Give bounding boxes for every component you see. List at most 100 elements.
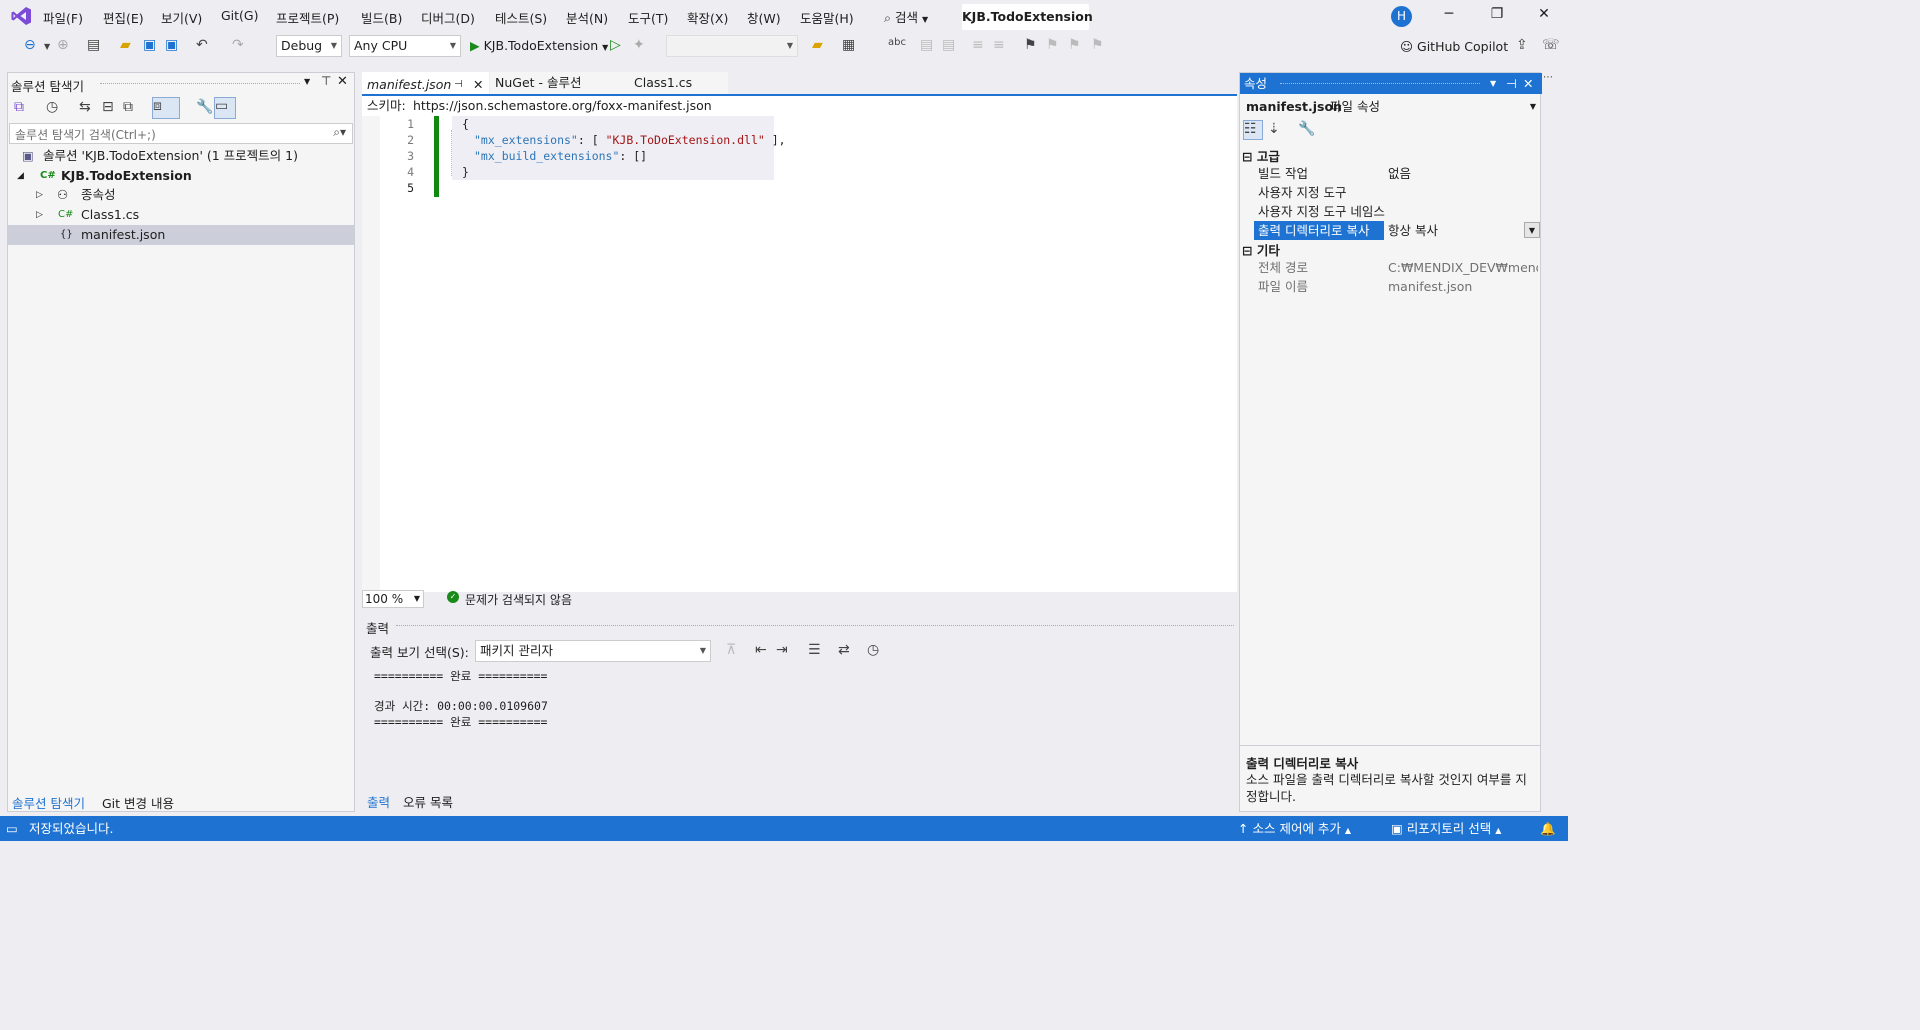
tab-manifest-json[interactable]: manifest.json ⊣ ✕ (362, 72, 489, 94)
menu-debug[interactable]: 디버그(D) (421, 8, 475, 27)
output-text[interactable]: ========== 완료 ========== 경과 시간: 00:00:00… (362, 664, 1235, 774)
goto-location-icon[interactable]: ⊼ (726, 642, 736, 658)
menu-window[interactable]: 창(W) (747, 8, 781, 27)
tree-item-project[interactable]: ◢ C# KJB.TodoExtension (8, 166, 354, 186)
alphabetical-icon[interactable]: ⇣ (1268, 121, 1280, 137)
output-source-select[interactable]: 패키지 관리자 ▼ (475, 640, 711, 662)
menu-file[interactable]: 파일(F) (43, 8, 83, 27)
close-icon[interactable]: ✕ (1534, 6, 1554, 22)
add-to-source-control-button[interactable]: ↑ 소스 제어에 추가 ▲ (1238, 816, 1351, 843)
notifications-side-tab[interactable]: ⋯ (1543, 72, 1565, 96)
layout-icon[interactable]: ▦ (842, 37, 855, 53)
prev-bookmark-icon[interactable]: ⚑ (1046, 37, 1059, 53)
property-copy-to-output[interactable]: 출력 디렉터리로 복사 항상 복사 ▼ (1254, 221, 1540, 240)
property-full-path[interactable]: 전체 경로 C:₩MENDIX_DEV₩mendix-e (1254, 258, 1540, 277)
chevron-down-icon[interactable]: ▼ (1524, 222, 1540, 238)
collapse-all-icon[interactable]: ⊟ (102, 99, 114, 115)
menu-help[interactable]: 도움말(H) (800, 8, 854, 27)
property-file-name[interactable]: 파일 이름 manifest.json (1254, 277, 1540, 296)
tree-item-dependencies[interactable]: ▷ ⚇ 종속성 (8, 185, 354, 205)
expanded-arrow-icon[interactable]: ◢ (17, 166, 24, 186)
property-build-action[interactable]: 빌드 작업 없음 (1254, 164, 1540, 183)
collapse-icon[interactable]: ⊟ (1242, 149, 1252, 164)
forward-icon[interactable]: ⊕ (57, 37, 69, 53)
menu-build[interactable]: 빌드(B) (361, 8, 402, 27)
save-all-icon[interactable]: ▣ (165, 37, 178, 53)
drag-handle[interactable] (1280, 83, 1480, 84)
github-copilot-button[interactable]: ☺ GitHub Copilot (1400, 39, 1508, 54)
bell-icon[interactable]: 🔔 (1540, 816, 1556, 841)
tab-error-list[interactable]: 오류 목록 (403, 792, 453, 811)
show-all-files-icon[interactable]: ⧉ (123, 99, 133, 115)
minimize-icon[interactable]: ─ (1439, 6, 1459, 22)
category-advanced[interactable]: ⊟ 고급 (1242, 146, 1280, 165)
switch-views-icon[interactable]: ⧉ (14, 99, 24, 115)
menu-view[interactable]: 보기(V) (161, 8, 202, 27)
object-selector[interactable]: manifest.json 파일 속성 ▼ (1240, 97, 1540, 117)
menu-extensions[interactable]: 확장(X) (687, 8, 728, 27)
tab-git-changes[interactable]: Git 변경 내용 (102, 793, 174, 812)
property-custom-tool-namespace[interactable]: 사용자 지정 도구 네임스 (1254, 202, 1540, 221)
menu-project[interactable]: 프로젝트(P) (276, 8, 339, 27)
menu-edit[interactable]: 편집(E) (103, 8, 144, 27)
tab-output[interactable]: 출력 (367, 792, 390, 811)
property-custom-tool[interactable]: 사용자 지정 도구 (1254, 183, 1540, 202)
code-editor[interactable]: 1 2 3 4 5 { "mx_extensions": [ "KJB.ToDo… (362, 116, 1237, 592)
indent-icon[interactable]: ≡ (972, 37, 984, 53)
comment-icon[interactable]: ▤ (920, 37, 933, 53)
chevron-down-icon[interactable]: ▼ (44, 42, 50, 51)
pin-icon[interactable]: ⊣ (1506, 73, 1517, 94)
drag-handle[interactable] (396, 625, 1234, 626)
configuration-select[interactable]: Debug ▼ (276, 35, 342, 57)
close-icon[interactable]: ✕ (1523, 73, 1533, 94)
sync-icon[interactable]: ⇆ (79, 99, 91, 115)
search-button[interactable]: ⌕ 검색 ▼ (884, 7, 928, 26)
bookmark-icon[interactable]: ⚑ (1024, 37, 1037, 53)
clear-bookmarks-icon[interactable]: ⚑ (1091, 37, 1104, 53)
collapsed-arrow-icon[interactable]: ▷ (36, 205, 43, 225)
filter-icon[interactable]: ⧈ (152, 97, 180, 119)
properties-wrench-icon[interactable]: 🔧 (196, 99, 213, 115)
close-icon[interactable]: ✕ (473, 74, 483, 96)
menu-test[interactable]: 테스트(S) (495, 8, 547, 27)
preview-icon[interactable]: ▭ (214, 97, 236, 119)
issues-status[interactable]: 문제가 검색되지 않음 (465, 591, 572, 608)
avatar[interactable]: H (1391, 6, 1412, 27)
pin-icon[interactable]: ⊤ (321, 74, 331, 88)
prev-message-icon[interactable]: ⇤ (755, 642, 767, 658)
collapse-icon[interactable]: ⊟ (1242, 243, 1252, 258)
undo-icon[interactable]: ↶ (196, 37, 208, 53)
close-icon[interactable]: ✕ (337, 74, 348, 89)
pending-changes-icon[interactable]: ◷ (46, 99, 58, 115)
menu-tools[interactable]: 도구(T) (628, 8, 668, 27)
next-message-icon[interactable]: ⇥ (776, 642, 788, 658)
zoom-select[interactable]: 100 % ▼ (362, 590, 424, 608)
tree-item-solution[interactable]: ▣ 솔루션 'KJB.TodoExtension' (1 프로젝트의 1) (8, 146, 354, 166)
chevron-down-icon[interactable]: ▼ (1490, 73, 1496, 94)
categorized-icon[interactable]: ☷ (1243, 120, 1263, 140)
start-without-debugging-icon[interactable]: ▷ (610, 37, 621, 53)
category-misc[interactable]: ⊟ 기타 (1242, 240, 1280, 259)
timestamp-icon[interactable]: ◷ (867, 642, 879, 658)
uncomment-icon[interactable]: ▤ (942, 37, 955, 53)
new-project-icon[interactable]: ▤ (87, 37, 100, 53)
spell-check-icon[interactable]: abc (888, 37, 906, 48)
start-debugging-button[interactable]: ▶ KJB.TodoExtension ▼ (470, 38, 608, 53)
platform-select[interactable]: Any CPU ▼ (349, 35, 461, 57)
tab-class1[interactable]: Class1.cs (628, 72, 728, 94)
pin-icon[interactable]: ⊣ (454, 74, 463, 96)
open-folder-icon[interactable]: ▰ (120, 37, 131, 53)
collapsed-arrow-icon[interactable]: ▷ (36, 185, 43, 205)
notification-icon[interactable]: ▭ (6, 816, 18, 841)
redo-icon[interactable]: ↷ (232, 37, 244, 53)
tab-nuget[interactable]: NuGet - 솔루션 (490, 72, 628, 94)
drag-handle[interactable] (100, 83, 300, 84)
save-icon[interactable]: ▣ (143, 37, 156, 53)
hot-reload-icon[interactable]: ✦ (633, 37, 645, 53)
feedback-icon[interactable]: ☏ (1542, 37, 1560, 53)
menu-analyze[interactable]: 분석(N) (566, 8, 608, 27)
menu-git[interactable]: Git(G) (221, 8, 259, 23)
solution-search-input[interactable]: 솔루션 탐색기 검색(Ctrl+;) ⌕▾ (9, 123, 353, 144)
next-bookmark-icon[interactable]: ⚑ (1068, 37, 1081, 53)
find-in-files-icon[interactable]: ▰ (812, 37, 823, 53)
